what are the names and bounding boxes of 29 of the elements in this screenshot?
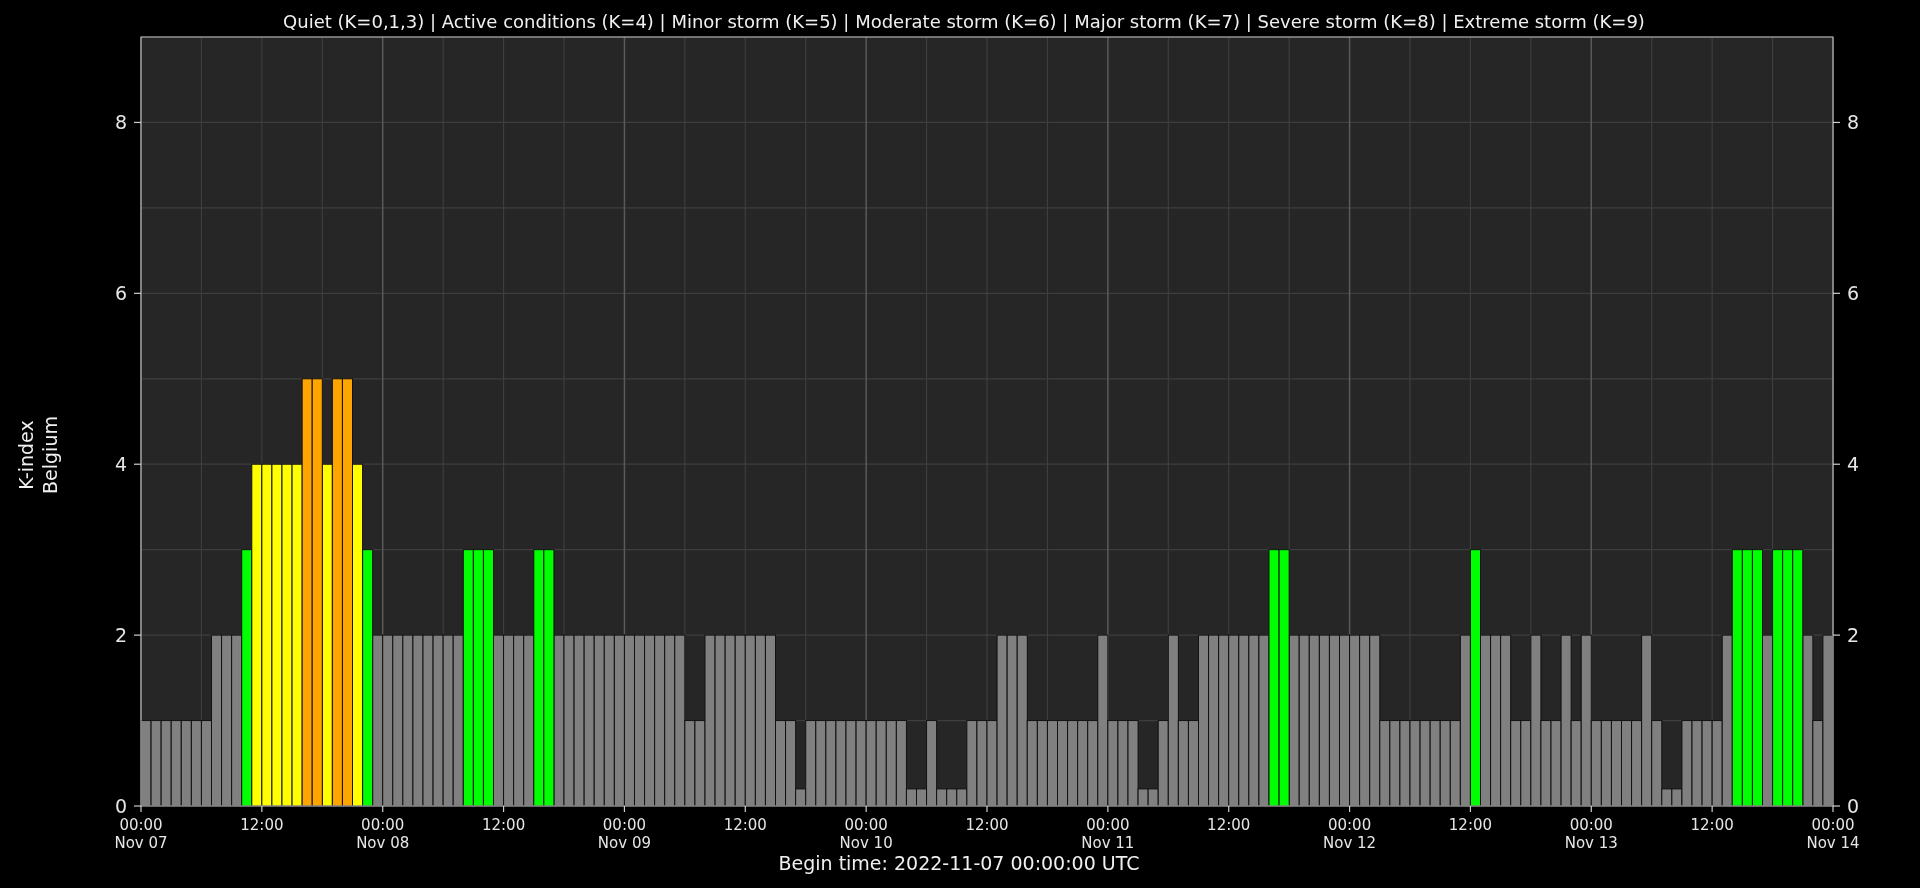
tick-label: 12:00 (240, 816, 284, 834)
tick-label: 00:00 Nov 13 (1564, 816, 1618, 852)
chart-title: Quiet (K=0,1,3) | Active conditions (K=4) | Minor storm (K=5) | Moderate storm (K=6) | Major storm (K=7) | Severe storm (K=8) | Extreme storm (K=9) (283, 11, 1645, 32)
tick-label: 12:00 (481, 816, 526, 834)
tick-label: 2 (1847, 624, 1860, 647)
tick-label: 12:00 (723, 816, 767, 834)
tick-label: 2 (114, 624, 127, 647)
tick-label: 00:00 Nov 08 (356, 816, 410, 852)
tick-label: 00:00 Nov 14 (1806, 816, 1860, 852)
tick-label: 00:00 Nov 12 (1323, 816, 1377, 852)
tick-label: 0 (114, 795, 127, 817)
tick-label: 0 (1847, 795, 1860, 817)
tick-label: 6 (1847, 282, 1860, 305)
bar (946, 788, 958, 807)
tick-label: 12:00 (1690, 816, 1734, 834)
tick-label: 4 (114, 453, 127, 476)
axis-label: Begin time: 2022-11-07 00:00:00 UTC (778, 852, 1140, 874)
tick-label: 00:00 Nov 09 (597, 816, 651, 852)
tick-label: 4 (1847, 453, 1860, 476)
tick-label: 00:00 Nov 07 (114, 816, 168, 852)
tick-label: 00:00 Nov 10 (839, 816, 893, 852)
tick-label: 8 (114, 111, 127, 134)
tick-label: 6 (114, 282, 127, 305)
tick-label: 8 (1847, 111, 1860, 134)
tick-label: 00:00 Nov 11 (1081, 816, 1135, 852)
tick-label: 12:00 (1448, 816, 1493, 834)
axis-label: K-index Belgium (15, 416, 61, 494)
tick-label: 12:00 (1207, 816, 1251, 834)
tick-label: 12:00 (965, 816, 1009, 834)
